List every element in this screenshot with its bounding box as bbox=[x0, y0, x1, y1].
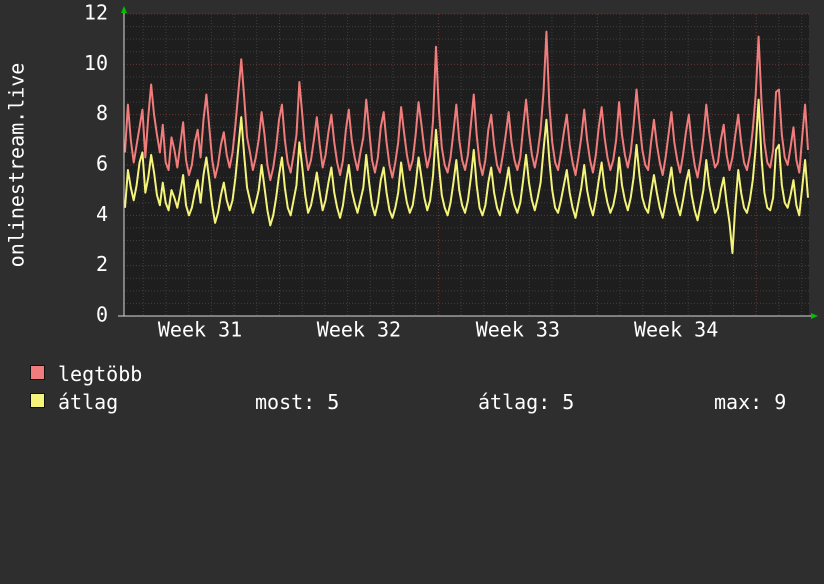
y-tick-label: 0 bbox=[96, 303, 108, 327]
stat-atlag: átlag: 5 bbox=[478, 388, 574, 416]
stat-most-label: most: bbox=[255, 390, 316, 414]
stat-max-value: 9 bbox=[774, 390, 787, 414]
legend-item-legtobb: legtöbb bbox=[30, 360, 142, 388]
y-axis-arrow-icon bbox=[121, 6, 127, 13]
stat-most-value: 5 bbox=[327, 390, 340, 414]
legtobb-label: legtöbb bbox=[58, 362, 143, 386]
x-axis-arrow-icon bbox=[811, 313, 818, 319]
x-tick-label: Week 33 bbox=[476, 318, 560, 342]
y-axis-title: onlinestream.live bbox=[5, 63, 29, 268]
legend-item-atlag: átlag most: 5 átlag: 5 max: 9 bbox=[30, 388, 786, 416]
y-tick-label: 10 bbox=[84, 51, 108, 75]
x-tick-label: Week 34 bbox=[634, 318, 718, 342]
y-tick-label: 6 bbox=[96, 152, 108, 176]
legend: legtöbb átlag most: 5 átlag: 5 max: 9 bbox=[30, 360, 786, 416]
x-tick-label: Week 32 bbox=[317, 318, 401, 342]
y-tick-label: 4 bbox=[96, 202, 108, 226]
y-tick-label: 12 bbox=[84, 1, 108, 25]
stat-max-label: max: bbox=[714, 390, 763, 414]
x-tick-label: Week 31 bbox=[158, 318, 242, 342]
atlag-label: átlag bbox=[58, 390, 119, 414]
atlag-swatch bbox=[30, 393, 45, 408]
stat-atlag-label: átlag: bbox=[478, 390, 551, 414]
x-tick-labels: Week 31 Week 32 Week 33 Week 34 bbox=[158, 318, 718, 342]
stat-atlag-value: 5 bbox=[562, 390, 575, 414]
y-tick-labels: 0 2 4 6 8 10 12 bbox=[84, 1, 108, 327]
legtobb-swatch bbox=[30, 365, 45, 380]
stat-most: most: 5 bbox=[255, 388, 339, 416]
y-tick-label: 2 bbox=[96, 252, 108, 276]
stat-max: max: 9 bbox=[714, 388, 786, 416]
y-tick-label: 8 bbox=[96, 101, 108, 125]
